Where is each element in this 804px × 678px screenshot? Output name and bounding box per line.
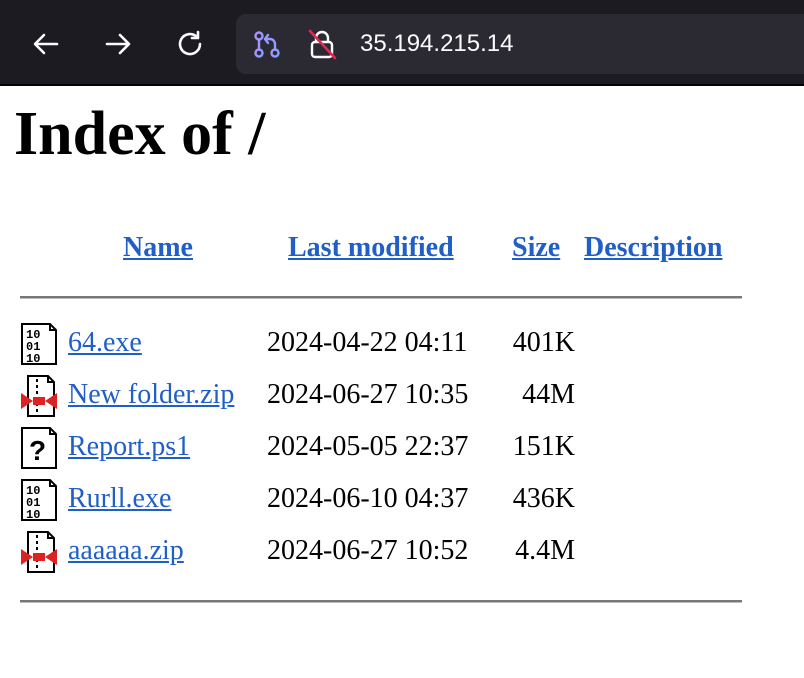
sort-by-size-link[interactable]: Size (512, 228, 560, 268)
file-modified-date: 2024-06-27 10:35 (267, 379, 469, 410)
url-text[interactable]: 35.194.215.14 (360, 28, 513, 60)
browser-toolbar: 35.194.215.14 (0, 0, 804, 86)
compressed-file-icon (20, 531, 58, 573)
reload-icon (178, 30, 202, 56)
unknown-file-icon: ? (20, 427, 58, 469)
compressed-file-icon (20, 375, 58, 417)
sort-by-last-modified-link[interactable]: Last modified (288, 228, 454, 268)
file-link[interactable]: aaaaaa.zip (68, 532, 184, 570)
svg-text:10: 10 (26, 508, 40, 521)
reload-button[interactable] (166, 20, 214, 68)
arrow-right-icon (105, 33, 131, 55)
bottom-divider (20, 600, 742, 603)
sort-by-description-link[interactable]: Description (584, 228, 722, 268)
file-link[interactable]: Rurll.exe (68, 480, 171, 518)
insecure-lock-icon[interactable] (306, 28, 338, 60)
forward-button[interactable] (94, 20, 142, 68)
binary-file-icon: 10 01 10 (20, 323, 58, 366)
file-row: 10 01 10 64.exe 2024-04-22 04:11 401K (0, 318, 804, 370)
file-size: 401K (512, 327, 575, 358)
file-modified-date: 2024-05-05 22:37 (267, 431, 469, 462)
file-modified-date: 2024-06-27 10:52 (267, 535, 469, 566)
file-row: New folder.zip 2024-06-27 10:35 44M (0, 370, 804, 422)
file-size: 436K (512, 483, 575, 514)
file-modified-date: 2024-06-10 04:37 (267, 483, 469, 514)
tracking-protection-icon[interactable] (250, 28, 284, 60)
arrow-left-icon (33, 33, 59, 55)
file-modified-date: 2024-04-22 04:11 (267, 327, 468, 358)
file-row: ? Report.ps1 2024-05-05 22:37 151K (0, 422, 804, 474)
binary-file-icon: 10 01 10 (20, 479, 58, 522)
svg-text:10: 10 (26, 352, 40, 365)
file-link[interactable]: 64.exe (68, 324, 142, 362)
file-row: aaaaaa.zip 2024-06-27 10:52 4.4M (0, 526, 804, 578)
page-title: Index of / (14, 100, 266, 168)
sort-by-name-link[interactable]: Name (123, 228, 193, 268)
file-size: 151K (512, 431, 575, 462)
file-link[interactable]: New folder.zip (68, 376, 234, 414)
back-button[interactable] (22, 20, 70, 68)
file-link[interactable]: Report.ps1 (68, 428, 190, 466)
svg-text:?: ? (29, 435, 46, 466)
address-bar[interactable]: 35.194.215.14 (236, 14, 804, 74)
file-size: 4.4M (515, 535, 575, 566)
file-row: 10 01 10 Rurll.exe 2024-06-10 04:37 436K (0, 474, 804, 526)
file-size: 44M (522, 379, 575, 410)
top-divider (20, 296, 742, 299)
